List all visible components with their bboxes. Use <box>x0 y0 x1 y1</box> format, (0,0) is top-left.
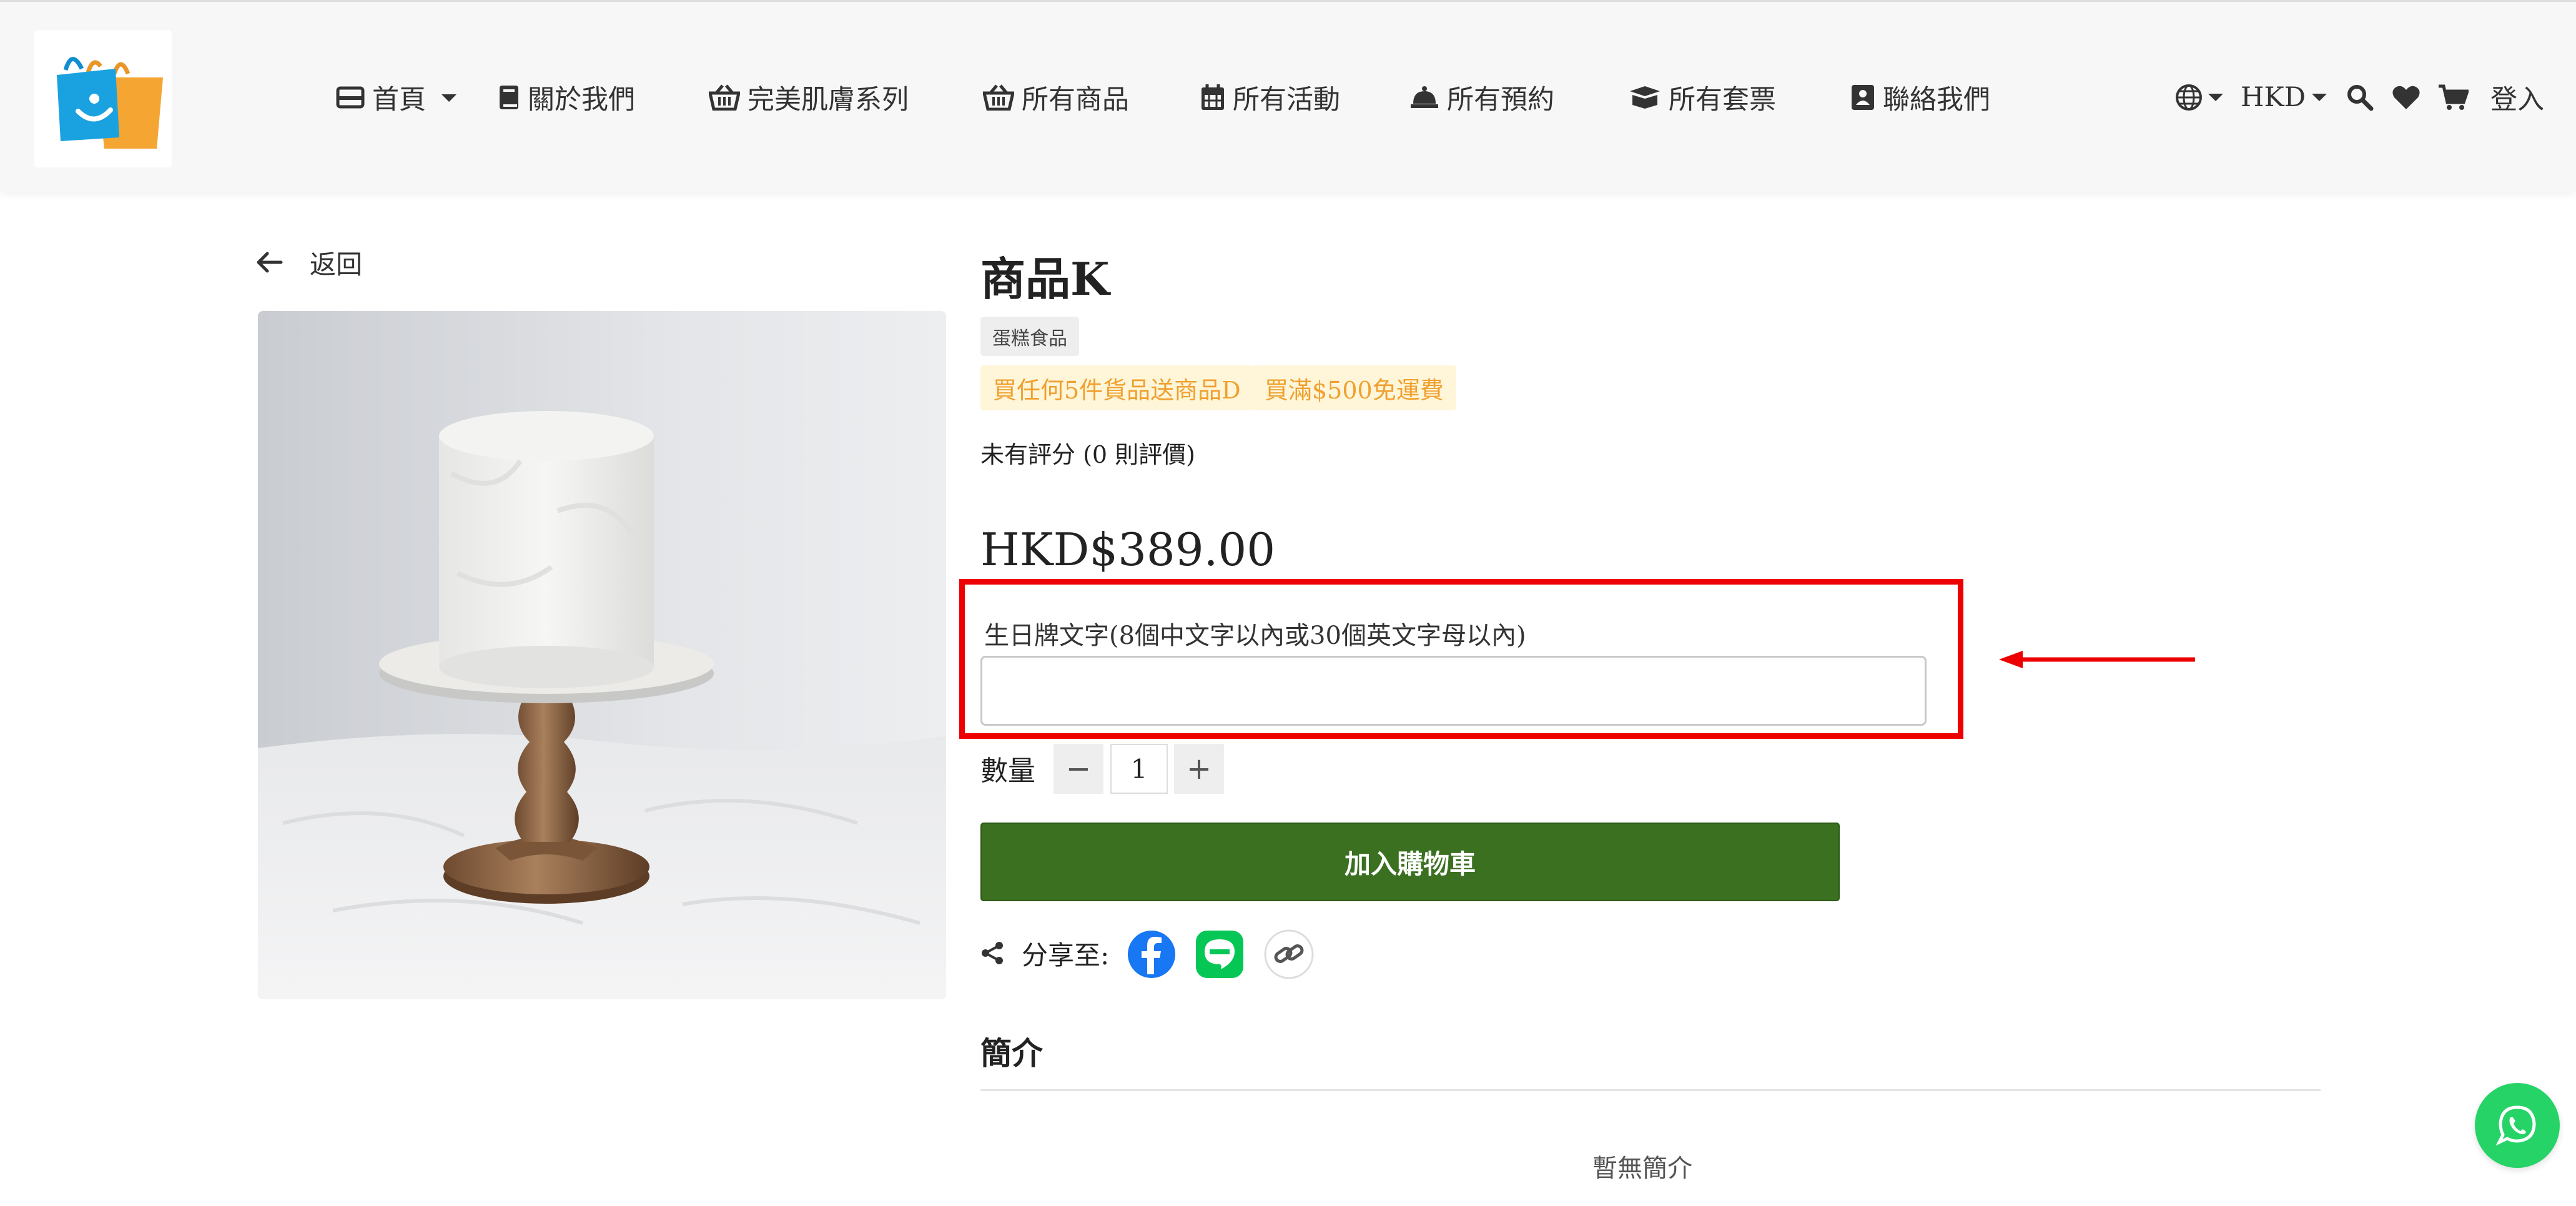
whatsapp-chat-button[interactable] <box>2475 1083 2560 1168</box>
quantity-increase-button[interactable]: + <box>1174 744 1224 794</box>
nav-about[interactable]: 關於我們 <box>498 76 635 119</box>
description-heading: 簡介 <box>980 1035 1043 1072</box>
nav-home-label: 首頁 <box>372 84 426 116</box>
nav-about-label: 關於我們 <box>528 84 635 116</box>
bell-icon <box>1411 86 1438 108</box>
add-to-cart-button[interactable]: 加入購物車 <box>980 823 1840 901</box>
nav-all-events[interactable]: 所有活動 <box>1200 76 1340 119</box>
quantity-label: 數量 <box>980 755 1035 787</box>
search-button[interactable] <box>2346 76 2374 119</box>
section-divider <box>980 1089 2321 1091</box>
category-tag[interactable]: 蛋糕食品 <box>980 317 1079 356</box>
chevron-down-icon <box>2208 94 2223 101</box>
globe-icon <box>2176 84 2202 111</box>
nav-contact-us[interactable]: 聯絡我們 <box>1850 76 1990 119</box>
book-icon <box>500 86 518 109</box>
basket-icon <box>709 84 740 111</box>
search-icon <box>2347 85 2374 111</box>
promo-badge[interactable]: 買任何5件貨品送商品D <box>980 365 1253 410</box>
quantity-decrease-button[interactable]: − <box>1054 744 1103 794</box>
share-icon <box>982 942 1003 964</box>
arrow-left-icon <box>257 252 283 273</box>
birthday-plaque-text-label: 生日牌文字(8個中文字以內或30個英文字母以內) <box>984 621 1526 650</box>
chevron-down-icon <box>2312 94 2327 101</box>
nav-all-products-label: 所有商品 <box>1022 84 1129 116</box>
nav-contact-us-label: 聯絡我們 <box>1883 84 1990 116</box>
language-selector[interactable] <box>2174 76 2224 119</box>
nav-all-products[interactable]: 所有商品 <box>983 76 1129 119</box>
description-empty-text: 暫無簡介 <box>1592 1154 1692 1183</box>
calendar-icon <box>1202 84 1224 110</box>
nav-skincare-series[interactable]: 完美肌膚系列 <box>709 76 909 119</box>
product-title: 商品K <box>980 252 1110 305</box>
rating-summary[interactable]: 未有評分 (0 則評價) <box>980 435 1195 470</box>
heart-icon <box>2392 86 2420 109</box>
nav-all-packages-label: 所有套票 <box>1669 84 1776 116</box>
cart-button[interactable] <box>2437 76 2469 119</box>
link-icon <box>1264 929 1314 979</box>
site-header: 首頁 關於我們 完美肌膚系列 所有商品 所有活動 所有預約 所有套票 聯絡我們 … <box>0 0 2576 192</box>
birthday-plaque-text-input[interactable] <box>980 656 1927 726</box>
id-card-icon <box>336 86 365 109</box>
currency-selector[interactable]: HKD <box>2241 76 2328 119</box>
back-link[interactable]: 返回 <box>256 240 362 284</box>
contact-book-icon <box>1852 85 1874 110</box>
currency-label: HKD <box>2241 82 2306 113</box>
box-icon <box>1630 86 1660 109</box>
promo-badge[interactable]: 買滿$500免運費 <box>1252 365 1456 410</box>
facebook-icon <box>1128 931 1175 978</box>
nav-skincare-series-label: 完美肌膚系列 <box>748 84 909 116</box>
quantity-input[interactable] <box>1110 744 1168 794</box>
share-label-group: 分享至: <box>980 934 1109 972</box>
copy-link-button[interactable] <box>1264 929 1314 979</box>
nav-all-events-label: 所有活動 <box>1233 84 1340 116</box>
product-image[interactable] <box>258 311 946 999</box>
nav-home[interactable]: 首頁 <box>336 76 458 119</box>
store-logo[interactable] <box>34 30 172 167</box>
share-line-button[interactable] <box>1195 929 1245 979</box>
nav-all-bookings-label: 所有預約 <box>1447 84 1554 116</box>
basket-icon <box>983 84 1014 111</box>
nav-all-packages[interactable]: 所有套票 <box>1629 76 1776 119</box>
login-link[interactable]: 登入 <box>2490 76 2544 119</box>
share-facebook-button[interactable] <box>1127 929 1177 979</box>
chevron-down-icon[interactable] <box>440 91 458 104</box>
back-label: 返回 <box>310 249 363 280</box>
nav-all-bookings[interactable]: 所有預約 <box>1409 76 1554 119</box>
share-label: 分享至: <box>1022 939 1110 971</box>
line-icon <box>1196 931 1243 978</box>
login-label: 登入 <box>2490 84 2544 116</box>
cart-icon <box>2439 84 2469 110</box>
product-price: HKD$389.00 <box>980 523 1276 576</box>
wishlist-button[interactable] <box>2392 76 2421 119</box>
annotation-arrow-icon <box>1999 651 2195 668</box>
whatsapp-icon <box>2495 1105 2536 1146</box>
